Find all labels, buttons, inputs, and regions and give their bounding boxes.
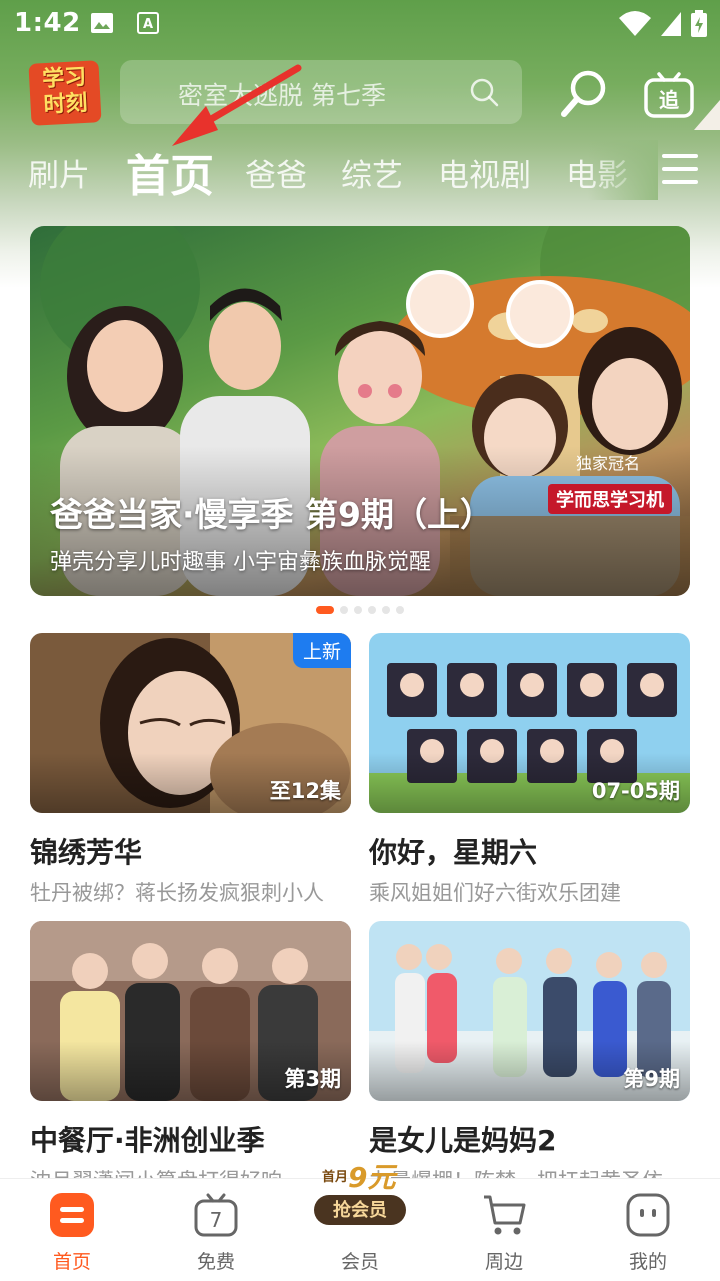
nav-label: 首页 [52, 1251, 91, 1273]
episode-label: 07-05期 [591, 779, 680, 803]
carousel-dot [368, 606, 376, 614]
episode-label: 至12集 [269, 779, 341, 803]
tab-shuapian[interactable]: 刷片 [28, 150, 90, 195]
carousel-dot [396, 606, 404, 614]
svg-text:追: 追 [659, 88, 679, 112]
carousel-dot [382, 606, 390, 614]
nav-merch[interactable]: 周边 [432, 1179, 576, 1281]
nav-label: 周边 [484, 1251, 523, 1273]
carousel-dot [340, 606, 348, 614]
tab-variety[interactable]: 综艺 [341, 150, 403, 195]
video-description: 乘风姐姐们好六街欢乐团建 [369, 881, 621, 905]
nav-label: 我的 [628, 1251, 667, 1273]
tab-tv-series[interactable]: 电视剧 [438, 150, 531, 195]
video-title: 你好，星期六 [369, 836, 538, 869]
app-logo[interactable]: 学习 时刻 [28, 60, 102, 126]
logo-text-line2: 时刻 [42, 90, 89, 119]
signal-icon [661, 12, 681, 36]
status-bar: 1:42 A [0, 0, 720, 50]
vip-promo-price: 9元 [348, 1161, 398, 1194]
tv-free-icon: 7 [194, 1193, 238, 1237]
carousel-dot-active [316, 606, 334, 614]
episode-label: 第3期 [284, 1067, 341, 1091]
video-thumbnail: 07-05期 [369, 633, 690, 813]
nav-label: 会员 [340, 1251, 379, 1273]
svg-text:7: 7 [210, 1208, 223, 1232]
status-time: 1:42 [14, 8, 81, 38]
video-description: 牡丹被绑？蒋长扬发疯狠刺小人 [30, 881, 324, 905]
tabs-fade [588, 140, 658, 200]
shopping-cart-icon [484, 1195, 526, 1235]
wifi-icon [619, 11, 651, 36]
vip-promo-button: 抢会员 [333, 1199, 387, 1221]
logo-text-line1: 学习 [41, 64, 87, 93]
nav-profile[interactable]: 我的 [576, 1179, 720, 1281]
video-thumbnail: 第9期 [369, 921, 690, 1101]
carousel-dot [354, 606, 362, 614]
vip-promo-badge[interactable]: 首月 9元 抢会员 [308, 1153, 412, 1243]
category-tabs: 刷片 首页 爸爸 综艺 电视剧 电影 [0, 140, 720, 204]
nav-home[interactable]: 首页 [0, 1179, 144, 1281]
home-icon [50, 1193, 94, 1237]
nav-free[interactable]: 7 免费 [144, 1179, 288, 1281]
svg-text:A: A [143, 17, 153, 32]
banner-sponsor-badge: 学而思学习机 [548, 484, 672, 514]
tab-home[interactable]: 首页 [126, 140, 214, 204]
video-thumbnail: 第3期 [30, 921, 351, 1101]
tabs-menu-icon[interactable] [662, 154, 698, 186]
banner-subtitle: 弹壳分享儿时趣事 小宇宙彝族血脉觉醒 [50, 550, 431, 575]
magnifier-search-icon[interactable] [556, 66, 612, 122]
follow-tv-icon[interactable]: 追 [642, 68, 696, 120]
video-title: 锦绣芳华 [30, 836, 143, 869]
vip-promo-line1: 首月 [322, 1169, 348, 1185]
hero-banner[interactable]: 独家冠名 学而思学习机 爸爸当家·慢享季 第9期（上） 弹壳分享儿时趣事 小宇宙… [30, 226, 690, 596]
banner-sponsor-label: 独家冠名 [576, 454, 641, 473]
bottom-navigation: 首页 7 免费 会员 周边 我的 首月 9元 抢会员 [0, 1161, 720, 1281]
video-thumbnail: 上新 至12集 [30, 633, 351, 813]
search-bar[interactable]: 密室大逃脱 第七季 [120, 60, 522, 124]
nav-label: 免费 [196, 1251, 235, 1273]
battery-icon [691, 10, 707, 37]
search-icon [470, 78, 499, 107]
gallery-icon [91, 13, 113, 33]
episode-label: 第9期 [623, 1067, 680, 1091]
new-badge: 上新 [292, 633, 351, 668]
video-title: 中餐厅·非洲创业季 [30, 1124, 265, 1157]
profile-face-icon [626, 1193, 670, 1237]
banner-title: 爸爸当家·慢享季 第9期（上） [50, 495, 493, 534]
search-placeholder: 密室大逃脱 第七季 [178, 81, 386, 110]
app-notification-icon: A [137, 12, 159, 34]
tab-dad[interactable]: 爸爸 [245, 150, 307, 195]
